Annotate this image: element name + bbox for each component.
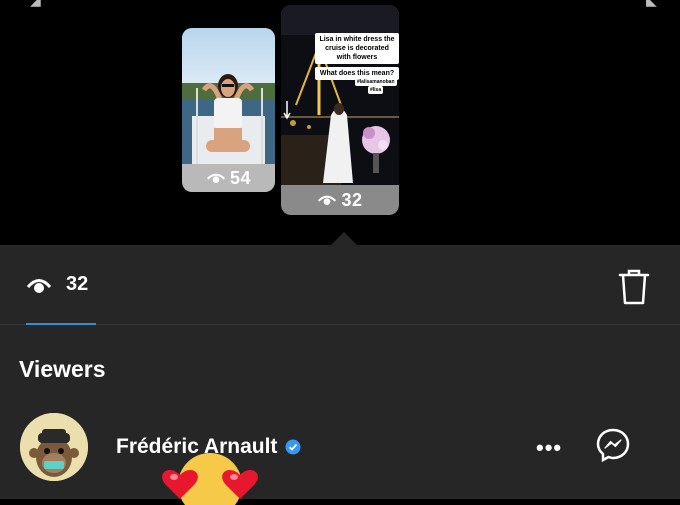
- stats-row: 32: [0, 245, 680, 325]
- story-view-count-1: 54: [182, 164, 275, 192]
- story-view-count-2: 32: [281, 185, 399, 215]
- story-tag-1: #lalisamanoban: [355, 78, 397, 86]
- eye-icon: [26, 278, 52, 293]
- heart-eyes-emoji-icon: [162, 453, 258, 505]
- status-glyph-left: ◢: [30, 0, 41, 8]
- story-question-text: What does this mean?: [319, 70, 395, 77]
- status-glyph-right: ◣: [646, 0, 657, 8]
- tab-underline: [26, 323, 96, 325]
- messenger-icon[interactable]: [595, 427, 631, 463]
- viewers-sheet: 32 Viewers Frédéric Arnault •••: [0, 245, 680, 499]
- story-caption-text: Lisa in white dress the cruise is decora…: [319, 36, 395, 61]
- more-options-icon[interactable]: •••: [536, 435, 562, 461]
- trash-icon[interactable]: [617, 269, 651, 305]
- story-views-text-1: 54: [229, 167, 252, 188]
- views-count: 32: [66, 273, 89, 295]
- story-thumbnail-1[interactable]: 54: [182, 28, 275, 192]
- eye-icon: [318, 195, 337, 205]
- story-image-1: [182, 28, 275, 164]
- story-thumbnail-2[interactable]: Lisa in white dress the cruise is decora…: [281, 5, 399, 215]
- viewers-heading: Viewers: [19, 356, 106, 382]
- viewer-row[interactable]: Frédéric Arnault •••: [0, 411, 680, 481]
- story-image-2: Lisa in white dress the cruise is decora…: [281, 5, 399, 185]
- story-strip: ◢ ◣ 54 Lisa in white dress the cruise is…: [0, 0, 680, 245]
- avatar[interactable]: [20, 413, 88, 481]
- story-views-text-2: 32: [341, 189, 363, 210]
- selected-story-pointer: [330, 232, 358, 246]
- story-tag-2: #lisa: [368, 86, 384, 94]
- eye-icon: [206, 173, 226, 183]
- story-caption: Lisa in white dress the cruise is decora…: [315, 33, 399, 64]
- views-tab[interactable]: 32: [26, 273, 88, 296]
- verified-badge-icon: [285, 439, 301, 455]
